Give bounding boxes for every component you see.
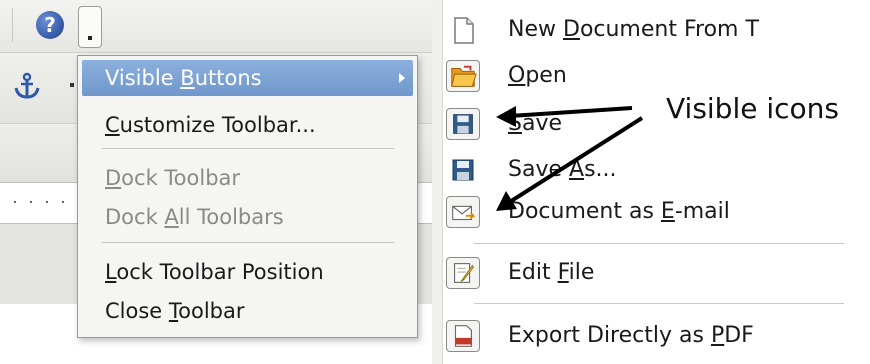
submenu-item-save-as[interactable]: Save As...: [442, 148, 822, 192]
annotation-label: Visible icons: [666, 92, 840, 125]
overflow-arrow-icon: [88, 36, 92, 40]
menu-item-close-toolbar[interactable]: Close Toolbar: [78, 292, 417, 330]
menu-item-customize-toolbar[interactable]: Customize Toolbar...: [78, 106, 417, 144]
export-pdf-icon: [446, 320, 480, 352]
menu-item-visible-buttons[interactable]: Visible Buttons: [82, 60, 413, 96]
ruler-tick: [30, 201, 32, 203]
edit-file-icon: [446, 257, 480, 289]
open-folder-icon: [446, 60, 480, 92]
submenu-arrow-icon: [399, 73, 405, 83]
submenu-item-export-directly-as-pdf[interactable]: Export Directly as PDF: [442, 314, 822, 358]
toolbar-context-menu: Visible Buttons Customize Toolbar... Doc…: [77, 55, 418, 338]
submenu-item-edit-file[interactable]: Edit File: [442, 251, 822, 295]
ruler-tick: [62, 201, 64, 203]
menu-item-dock-toolbar: Dock Toolbar: [105, 166, 241, 190]
submenu-item-label: Export Directly as PDF: [508, 323, 754, 348]
submenu-item-document-as-email[interactable]: Document as E-mail: [442, 190, 822, 234]
toolbar-separator: [12, 8, 13, 42]
menu-item-dock-all-toolbars: Dock All Toolbars: [105, 205, 284, 229]
help-question-icon[interactable]: ?: [36, 11, 64, 39]
ruler-tick: [14, 201, 16, 203]
anchor-icon[interactable]: [12, 71, 42, 101]
ruler-tick: [46, 201, 48, 203]
toolbar-overflow-button[interactable]: [78, 6, 102, 48]
submenu-item-label: Document as E-mail: [508, 199, 730, 224]
submenu-item-label: Save As...: [508, 157, 617, 182]
email-document-icon: [446, 196, 480, 228]
submenu-item-label: New Document From T: [508, 17, 759, 42]
save-as-floppy-icon: [452, 159, 474, 181]
visible-buttons-submenu: New Document From T Open Save Save As...: [432, 0, 870, 364]
menu-item-lock-toolbar-position[interactable]: Lock Toolbar Position: [78, 253, 417, 291]
standard-toolbar: ?: [0, 0, 432, 53]
submenu-item-new-document-from-template[interactable]: New Document From T: [442, 8, 822, 52]
submenu-item-label: Open: [508, 63, 567, 88]
submenu-separator: [474, 303, 844, 304]
new-document-icon: [454, 17, 474, 44]
menu-separator: [102, 148, 394, 149]
submenu-item-label: Save: [508, 111, 563, 136]
anchor-dropdown-icon[interactable]: [70, 83, 74, 87]
submenu-separator: [474, 243, 844, 244]
save-floppy-icon: [446, 108, 480, 140]
menu-separator: [102, 242, 394, 243]
submenu-item-label: Edit File: [508, 260, 595, 285]
